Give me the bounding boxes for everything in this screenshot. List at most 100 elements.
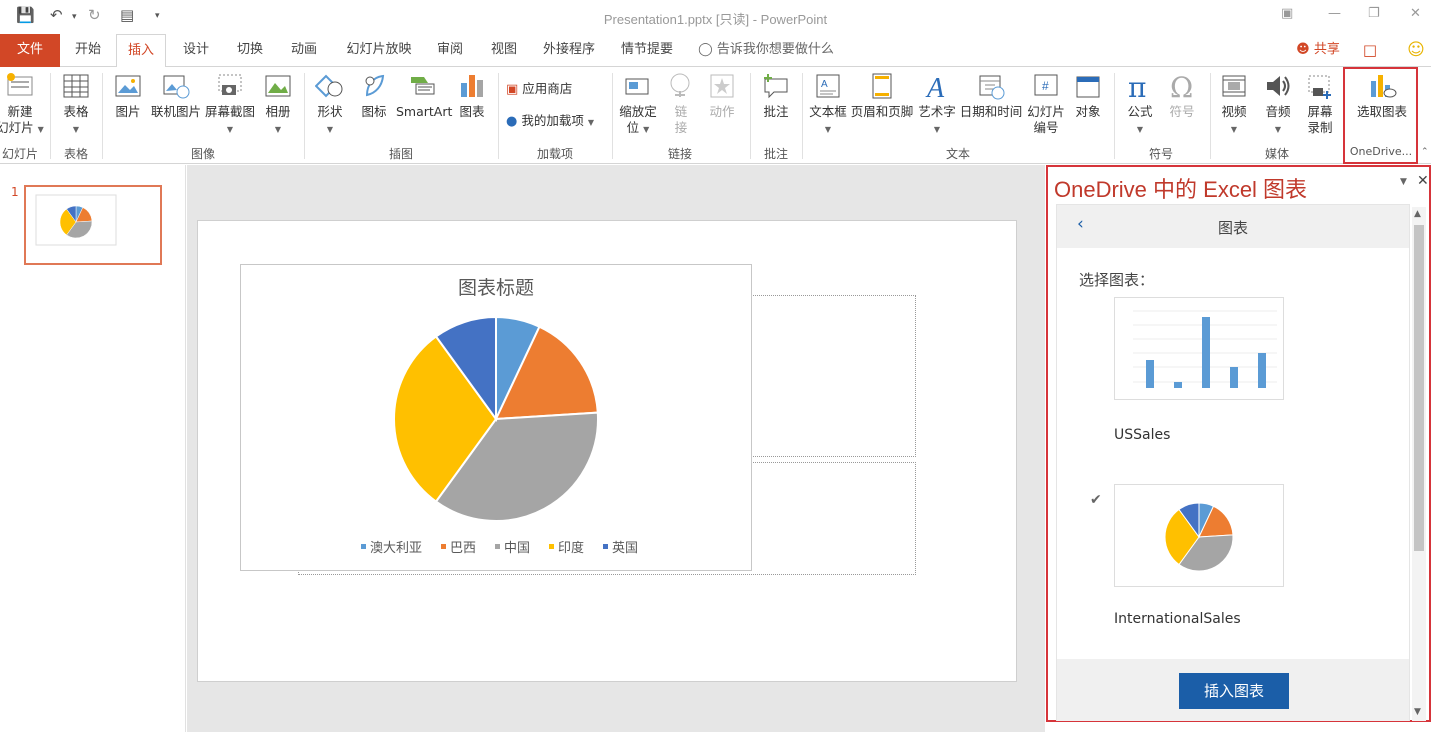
- internationalsales-label[interactable]: InternationalSales: [1114, 611, 1241, 627]
- equation-button[interactable]: π 公式 ▼: [1120, 71, 1160, 138]
- legend-entry: 中国: [495, 541, 530, 556]
- scrollbar-thumb[interactable]: [1414, 225, 1424, 551]
- online-picture-icon: [163, 75, 190, 99]
- collapse-ribbon-icon[interactable]: ⌃: [1421, 147, 1429, 157]
- online-picture-button[interactable]: 联机图片: [150, 71, 202, 120]
- chevron-down-icon: ▼: [274, 125, 282, 134]
- tab-addins[interactable]: 外接程序: [538, 34, 600, 67]
- pane-content: ‹ 图表 选择图表： USSales ✔ InternationalSales …: [1056, 204, 1410, 721]
- ribbon-display-icon[interactable]: ▣: [1281, 6, 1293, 21]
- close-pane-icon[interactable]: ✕: [1417, 173, 1429, 189]
- slide-canvas[interactable]: 图表标题 澳大利亚 巴西 中国 印度 英国: [197, 220, 1017, 682]
- link-button[interactable]: 链 接: [664, 71, 698, 136]
- legend-entry: 澳大利亚: [361, 540, 422, 556]
- pane-options-icon[interactable]: ▼: [1400, 177, 1407, 187]
- chevron-down-icon: ▼: [37, 125, 44, 134]
- tab-transitions[interactable]: 切换: [228, 34, 272, 67]
- group-slides: 幻灯片: [1, 147, 38, 161]
- camera-icon: [218, 74, 242, 95]
- chart-button[interactable]: 图表: [452, 71, 492, 120]
- icons-button[interactable]: 图标: [354, 71, 394, 120]
- share-button[interactable]: ☻ 共享: [1290, 34, 1346, 67]
- ussales-label[interactable]: USSales: [1114, 427, 1170, 443]
- comments-icon[interactable]: □: [1358, 34, 1382, 67]
- share-label: 共享: [1313, 42, 1340, 57]
- scroll-up-icon[interactable]: ▲: [1414, 209, 1421, 219]
- chevron-down-icon: ▼: [1274, 125, 1282, 134]
- separator: [802, 73, 803, 159]
- textbox-icon: A: [816, 74, 840, 98]
- zoom-label-2: 位: [626, 120, 640, 135]
- onedrive-highlight: [1343, 67, 1418, 164]
- symbol-button[interactable]: Ω 符号: [1162, 71, 1202, 120]
- audio-button[interactable]: 音频 ▼: [1258, 71, 1298, 138]
- smiley-icon[interactable]: ☺: [1404, 34, 1428, 67]
- shapes-button[interactable]: 形状 ▼: [310, 71, 350, 138]
- tab-animations[interactable]: 动画: [282, 34, 326, 67]
- textbox-button[interactable]: A 文本框 ▼: [806, 71, 850, 138]
- wordart-label: 艺术字: [918, 104, 956, 119]
- chart-object[interactable]: 图表标题 澳大利亚 巴西 中国 印度 英国: [240, 264, 752, 571]
- picture-label: 图片: [115, 104, 141, 119]
- group-images: 图像: [190, 147, 215, 161]
- video-button[interactable]: 视频 ▼: [1214, 71, 1254, 138]
- picture-button[interactable]: 图片: [108, 71, 148, 120]
- new-slide-button[interactable]: 新建 幻灯片 ▼: [0, 71, 44, 138]
- chevron-down-icon: ▼: [933, 125, 941, 134]
- tell-me-box[interactable]: ◯ 告诉我你想要做什么: [696, 34, 836, 67]
- person-icon: ☻: [1296, 42, 1310, 57]
- screenshot-button[interactable]: 屏幕截图 ▼: [204, 71, 256, 138]
- my-addins-button[interactable]: ● 我的加载项 ▼: [506, 113, 606, 131]
- link-label-2: 接: [674, 120, 688, 135]
- table-button[interactable]: 表格 ▼: [56, 71, 96, 138]
- film-icon: [1222, 75, 1246, 97]
- separator: [750, 73, 751, 159]
- checkmark-icon: ✔: [1090, 492, 1102, 508]
- album-button[interactable]: 相册 ▼: [258, 71, 298, 138]
- my-addins-label: 我的加载项: [521, 113, 584, 128]
- lightbulb-icon: ◯: [698, 42, 713, 57]
- datetime-button[interactable]: 日期和时间: [958, 71, 1024, 120]
- shapes-icon: [315, 74, 343, 98]
- zoom-icon: [625, 78, 649, 95]
- tab-slideshow[interactable]: 幻灯片放映: [338, 34, 420, 67]
- minimize-icon[interactable]: —: [1328, 6, 1341, 21]
- scroll-down-icon[interactable]: ▼: [1414, 707, 1421, 717]
- zoom-button[interactable]: 缩放定 位 ▼: [616, 71, 660, 138]
- tab-home[interactable]: 开始: [66, 34, 110, 67]
- pane-scrollbar[interactable]: ▲ ▼: [1412, 207, 1426, 721]
- smartart-button[interactable]: SmartArt: [396, 71, 452, 120]
- chevron-down-icon: ▼: [643, 125, 650, 134]
- chevron-down-icon: ▼: [587, 118, 594, 127]
- header-footer-button[interactable]: 页眉和页脚: [850, 71, 914, 120]
- store-button[interactable]: ▣ 应用商店: [506, 81, 596, 98]
- tab-design[interactable]: 设计: [174, 34, 218, 67]
- chart-option-internationalsales[interactable]: [1114, 484, 1284, 587]
- store-icon: ▣: [506, 82, 519, 97]
- chart-label: 图表: [459, 104, 485, 119]
- tab-view[interactable]: 视图: [482, 34, 526, 67]
- screen-record-button[interactable]: 屏幕 录制: [1300, 71, 1340, 136]
- pane-footer: 插入图表: [1057, 659, 1409, 721]
- tab-file[interactable]: 文件: [0, 34, 60, 67]
- tab-insert[interactable]: 插入: [116, 34, 166, 68]
- speaker-icon: [1267, 76, 1290, 96]
- separator: [1114, 73, 1115, 159]
- choose-chart-label: 选择图表：: [1079, 271, 1155, 289]
- comment-button[interactable]: 批注: [756, 71, 796, 120]
- chart-option-ussales[interactable]: [1114, 297, 1284, 400]
- legend-label: 英国: [612, 541, 638, 556]
- restore-icon[interactable]: ❐: [1368, 6, 1380, 21]
- zoom-label-1: 缩放定: [619, 104, 657, 119]
- action-button[interactable]: 动作: [702, 71, 742, 120]
- object-button[interactable]: 对象: [1070, 71, 1106, 120]
- tab-storyboard[interactable]: 情节提要: [616, 34, 678, 67]
- tab-review[interactable]: 审阅: [428, 34, 472, 67]
- chart-title: 图表标题: [458, 277, 534, 299]
- screenshot-label: 屏幕截图: [204, 104, 255, 119]
- insert-chart-button[interactable]: 插入图表: [1179, 673, 1289, 709]
- slide-number-button[interactable]: # 幻灯片 编号: [1024, 71, 1068, 136]
- slide-thumbnail[interactable]: [24, 185, 162, 265]
- close-window-icon[interactable]: ✕: [1410, 6, 1421, 21]
- wordart-button[interactable]: A 艺术字 ▼: [916, 71, 958, 138]
